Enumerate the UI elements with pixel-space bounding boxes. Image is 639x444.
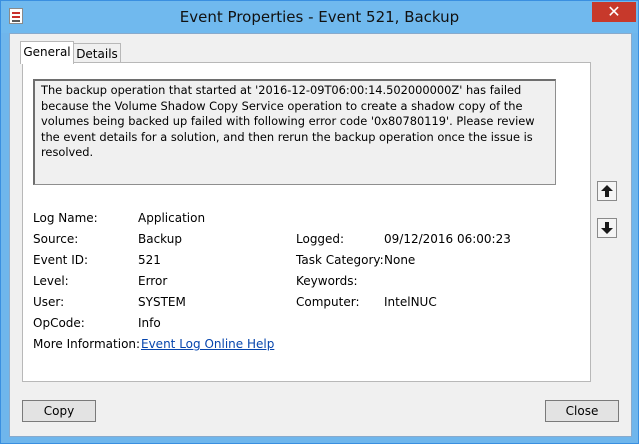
tab-details[interactable]: Details: [73, 43, 121, 64]
computer-value: IntelNUC: [384, 295, 437, 309]
dialog-body: General Details The backup operation tha…: [9, 33, 632, 437]
tab-general[interactable]: General: [20, 41, 74, 64]
copy-button[interactable]: Copy: [22, 400, 96, 422]
event-log-online-help-link[interactable]: Event Log Online Help: [141, 337, 274, 351]
window-title: Event Properties - Event 521, Backup: [179, 8, 460, 26]
event-properties-window: Event Properties - Event 521, Backup ✕ G…: [0, 0, 639, 444]
event-id-label: Event ID:: [33, 253, 89, 267]
close-button[interactable]: Close: [545, 400, 619, 422]
title-bar[interactable]: Event Properties - Event 521, Backup ✕: [1, 1, 638, 33]
event-id-value: 521: [138, 253, 161, 267]
user-label: User:: [33, 295, 65, 309]
keywords-label: Keywords:: [296, 274, 358, 288]
general-tab-panel: The backup operation that started at '20…: [22, 62, 591, 382]
task-category-label: Task Category:: [296, 253, 384, 267]
user-value: SYSTEM: [138, 295, 186, 309]
source-value: Backup: [138, 232, 182, 246]
arrow-down-icon: [601, 222, 613, 234]
next-event-button[interactable]: [597, 218, 617, 238]
arrow-up-icon: [601, 185, 613, 197]
event-description[interactable]: The backup operation that started at '20…: [33, 79, 556, 185]
opcode-value: Info: [138, 316, 161, 330]
opcode-label: OpCode:: [33, 316, 85, 330]
log-name-label: Log Name:: [33, 211, 98, 225]
source-label: Source:: [33, 232, 79, 246]
computer-label: Computer:: [296, 295, 360, 309]
logged-value: 09/12/2016 06:00:23: [384, 232, 511, 246]
logged-label: Logged:: [296, 232, 345, 246]
level-label: Level:: [33, 274, 69, 288]
window-close-button[interactable]: ✕: [592, 2, 636, 22]
log-name-value: Application: [138, 211, 206, 225]
task-category-value: None: [384, 253, 416, 267]
level-value: Error: [138, 274, 168, 288]
previous-event-button[interactable]: [597, 181, 617, 201]
more-information-label: More Information:: [33, 337, 141, 351]
